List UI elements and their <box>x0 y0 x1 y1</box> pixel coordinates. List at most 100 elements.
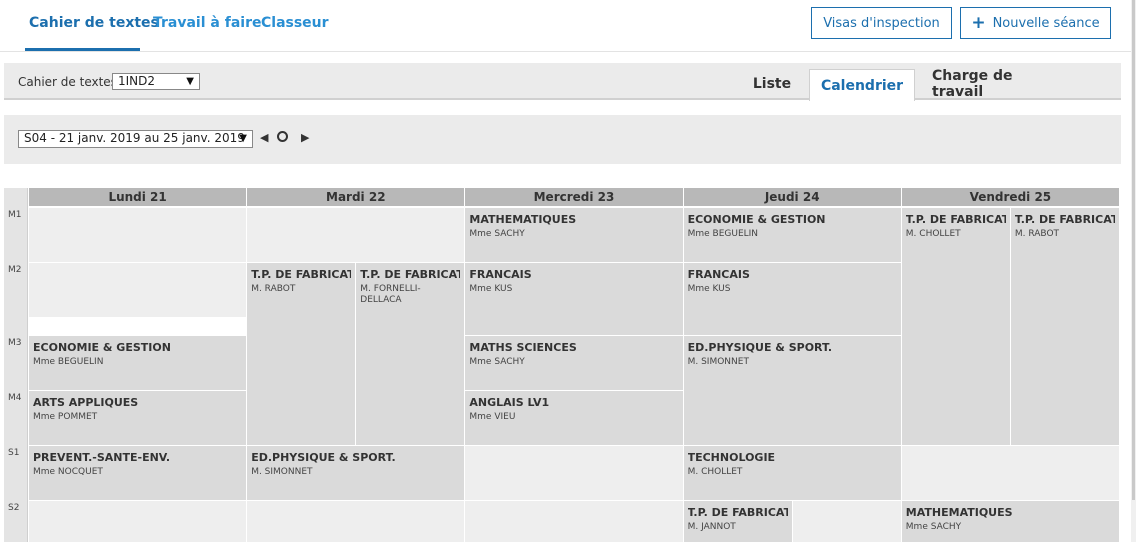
cahier-toolbar: Cahier de textes 1IND2 ▼ Liste Calendrie… <box>4 63 1121 101</box>
lesson-block[interactable]: ED.PHYSIQUE & SPORT. M. SIMONNET <box>247 446 466 501</box>
lesson-subject: T.P. DE FABRICATION <box>251 268 351 281</box>
lesson-block[interactable]: MATHEMATIQUES Mme SACHY <box>901 501 1120 542</box>
slot-label: S2 <box>8 503 20 513</box>
week-select-value: S04 - 21 janv. 2019 au 25 janv. 2019 <box>24 131 245 145</box>
lesson-teacher: Mme VIEU <box>469 412 516 422</box>
lesson-subject: ARTS APPLIQUES <box>33 396 139 409</box>
lesson-subject: FRANCAIS <box>469 268 532 281</box>
lesson-subject: ECONOMIE & GESTION <box>33 341 171 354</box>
day-header: Lundi 21 <box>29 188 248 206</box>
slot-label: M3 <box>8 338 22 348</box>
lesson-block[interactable]: PREVENT.-SANTE-ENV. Mme NOCQUET <box>29 446 248 501</box>
lesson-subject: ED.PHYSIQUE & SPORT. <box>251 451 396 464</box>
empty-slot[interactable] <box>29 208 248 263</box>
lesson-subject: MATHS SCIENCES <box>469 341 577 354</box>
cahier-select[interactable]: 1IND2 ▼ <box>112 73 200 90</box>
lesson-block[interactable]: ED.PHYSIQUE & SPORT. M. SIMONNET <box>683 336 902 446</box>
lesson-teacher: Mme SACHY <box>469 229 525 239</box>
lesson-teacher: Mme KUS <box>469 284 513 294</box>
current-week-icon[interactable] <box>277 131 288 142</box>
week-selector-bar: S04 - 21 janv. 2019 au 25 janv. 2019 ▼ ◀… <box>4 115 1121 164</box>
lesson-block[interactable]: FRANCAIS Mme KUS <box>465 263 684 336</box>
tab-classeur[interactable]: Classeur <box>261 15 329 31</box>
lesson-subject: ANGLAIS LV1 <box>469 396 550 409</box>
lesson-subject: T.P. DE FABRICATION <box>905 213 1006 226</box>
lesson-subject: ED.PHYSIQUE & SPORT. <box>687 341 833 354</box>
cahier-label: Cahier de textes <box>18 75 117 89</box>
lesson-subject: T.P. DE FABRICATION <box>360 268 460 281</box>
lesson-teacher: Mme POMMET <box>33 412 98 422</box>
next-week-icon[interactable]: ▶ <box>301 131 309 144</box>
empty-slot[interactable] <box>465 501 684 542</box>
lesson-block[interactable]: MATHS SCIENCES Mme SACHY <box>465 336 684 391</box>
dropdown-arrow-icon: ▼ <box>239 133 247 144</box>
day-header: Mercredi 23 <box>465 188 684 206</box>
tab-travail-a-faire[interactable]: Travail à faire <box>153 15 261 31</box>
empty-slot[interactable] <box>247 501 466 542</box>
nouvelle-seance-button[interactable]: + Nouvelle séance <box>960 7 1111 39</box>
lesson-teacher: M. RABOT <box>1014 229 1060 239</box>
lesson-block[interactable]: ANGLAIS LV1 Mme VIEU <box>465 391 684 446</box>
lesson-teacher: M. SIMONNET <box>251 467 313 477</box>
empty-slot[interactable] <box>29 501 248 542</box>
empty-slot[interactable] <box>465 446 684 501</box>
view-tab-calendrier[interactable]: Calendrier <box>809 69 915 101</box>
view-tab-charge-de-travail[interactable]: Charge de travail <box>932 68 1062 100</box>
cahier-select-value: 1IND2 <box>118 74 156 88</box>
lesson-teacher: Mme BEGUELIN <box>687 229 759 239</box>
lesson-teacher: M. SIMONNET <box>687 357 749 367</box>
view-tab-liste[interactable]: Liste <box>734 69 810 99</box>
scrollbar-thumb[interactable] <box>1132 0 1135 500</box>
slot-label: M4 <box>8 393 22 403</box>
lesson-subject: PREVENT.-SANTE-ENV. <box>33 451 171 464</box>
lesson-block[interactable]: T.P. DE FABRICATION M. JANNOT <box>683 501 793 542</box>
nouvelle-seance-label: Nouvelle séance <box>992 15 1100 31</box>
lesson-subject: FRANCAIS <box>687 268 750 281</box>
lesson-subject: ECONOMIE & GESTION <box>687 213 826 226</box>
slot-label: M1 <box>8 210 22 220</box>
dropdown-arrow-icon: ▼ <box>186 76 194 87</box>
visas-inspection-label: Visas d'inspection <box>823 15 940 31</box>
slot-label: M2 <box>8 265 22 275</box>
lesson-teacher: Mme NOCQUET <box>33 467 103 477</box>
plus-icon: + <box>971 12 986 33</box>
lesson-block[interactable]: ECONOMIE & GESTION Mme BEGUELIN <box>29 336 248 391</box>
lesson-block[interactable]: ARTS APPLIQUES Mme POMMET <box>29 391 248 446</box>
lesson-teacher: M. CHOLLET <box>905 229 961 239</box>
previous-week-icon[interactable]: ◀ <box>260 131 268 144</box>
lesson-teacher: Mme KUS <box>687 284 731 294</box>
week-calendar: Lundi 21 Mardi 22 Mercredi 23 Jeudi 24 Vendr… <box>4 188 1120 542</box>
lesson-block[interactable]: MATHEMATIQUES Mme SACHY <box>465 208 684 263</box>
lesson-teacher: Mme SACHY <box>469 357 525 367</box>
lesson-teacher: Mme BEGUELIN <box>33 357 104 367</box>
lesson-subject: MATHEMATIQUES <box>469 213 577 226</box>
lesson-teacher: M. FORNELLI-DELLACA <box>360 284 421 305</box>
lesson-teacher: M. JANNOT <box>687 522 736 532</box>
active-tab-indicator <box>25 48 140 51</box>
lesson-block[interactable]: T.P. DE FABRICATION M. RABOT <box>247 263 357 446</box>
lesson-subject: T.P. DE FABRICATION <box>1014 213 1115 226</box>
lesson-teacher: Mme SACHY <box>905 522 962 532</box>
lesson-block[interactable]: T.P. DE FABRICATION M. CHOLLET <box>901 208 1011 446</box>
lesson-teacher: M. CHOLLET <box>687 467 743 477</box>
lesson-block[interactable]: T.P. DE FABRICATION M. FORNELLI-DELLACA <box>356 263 466 446</box>
lesson-block[interactable]: FRANCAIS Mme KUS <box>683 263 902 336</box>
lesson-subject: T.P. DE FABRICATION <box>687 506 788 519</box>
lesson-block[interactable]: ECONOMIE & GESTION Mme BEGUELIN <box>683 208 902 263</box>
top-navigation: Cahier de textes Travail à faire Classeu… <box>0 0 1136 52</box>
lesson-subject: MATHEMATIQUES <box>905 506 1013 519</box>
week-select[interactable]: S04 - 21 janv. 2019 au 25 janv. 2019 ▼ <box>18 130 253 148</box>
empty-slot[interactable] <box>247 208 466 263</box>
lesson-block[interactable]: TECHNOLOGIE M. CHOLLET <box>683 446 902 501</box>
lesson-subject: TECHNOLOGIE <box>687 451 776 464</box>
tab-cahier-de-textes[interactable]: Cahier de textes <box>29 15 159 31</box>
visas-inspection-button[interactable]: Visas d'inspection <box>811 7 952 39</box>
day-header: Vendredi 25 <box>901 188 1120 206</box>
day-header: Mardi 22 <box>247 188 466 206</box>
empty-slot[interactable] <box>29 263 248 318</box>
day-header: Jeudi 24 <box>683 188 902 206</box>
slot-label: S1 <box>8 448 20 458</box>
slot-gutter <box>4 188 28 542</box>
lesson-block[interactable]: T.P. DE FABRICATION M. RABOT <box>1010 208 1120 446</box>
empty-slot[interactable] <box>901 446 1120 501</box>
